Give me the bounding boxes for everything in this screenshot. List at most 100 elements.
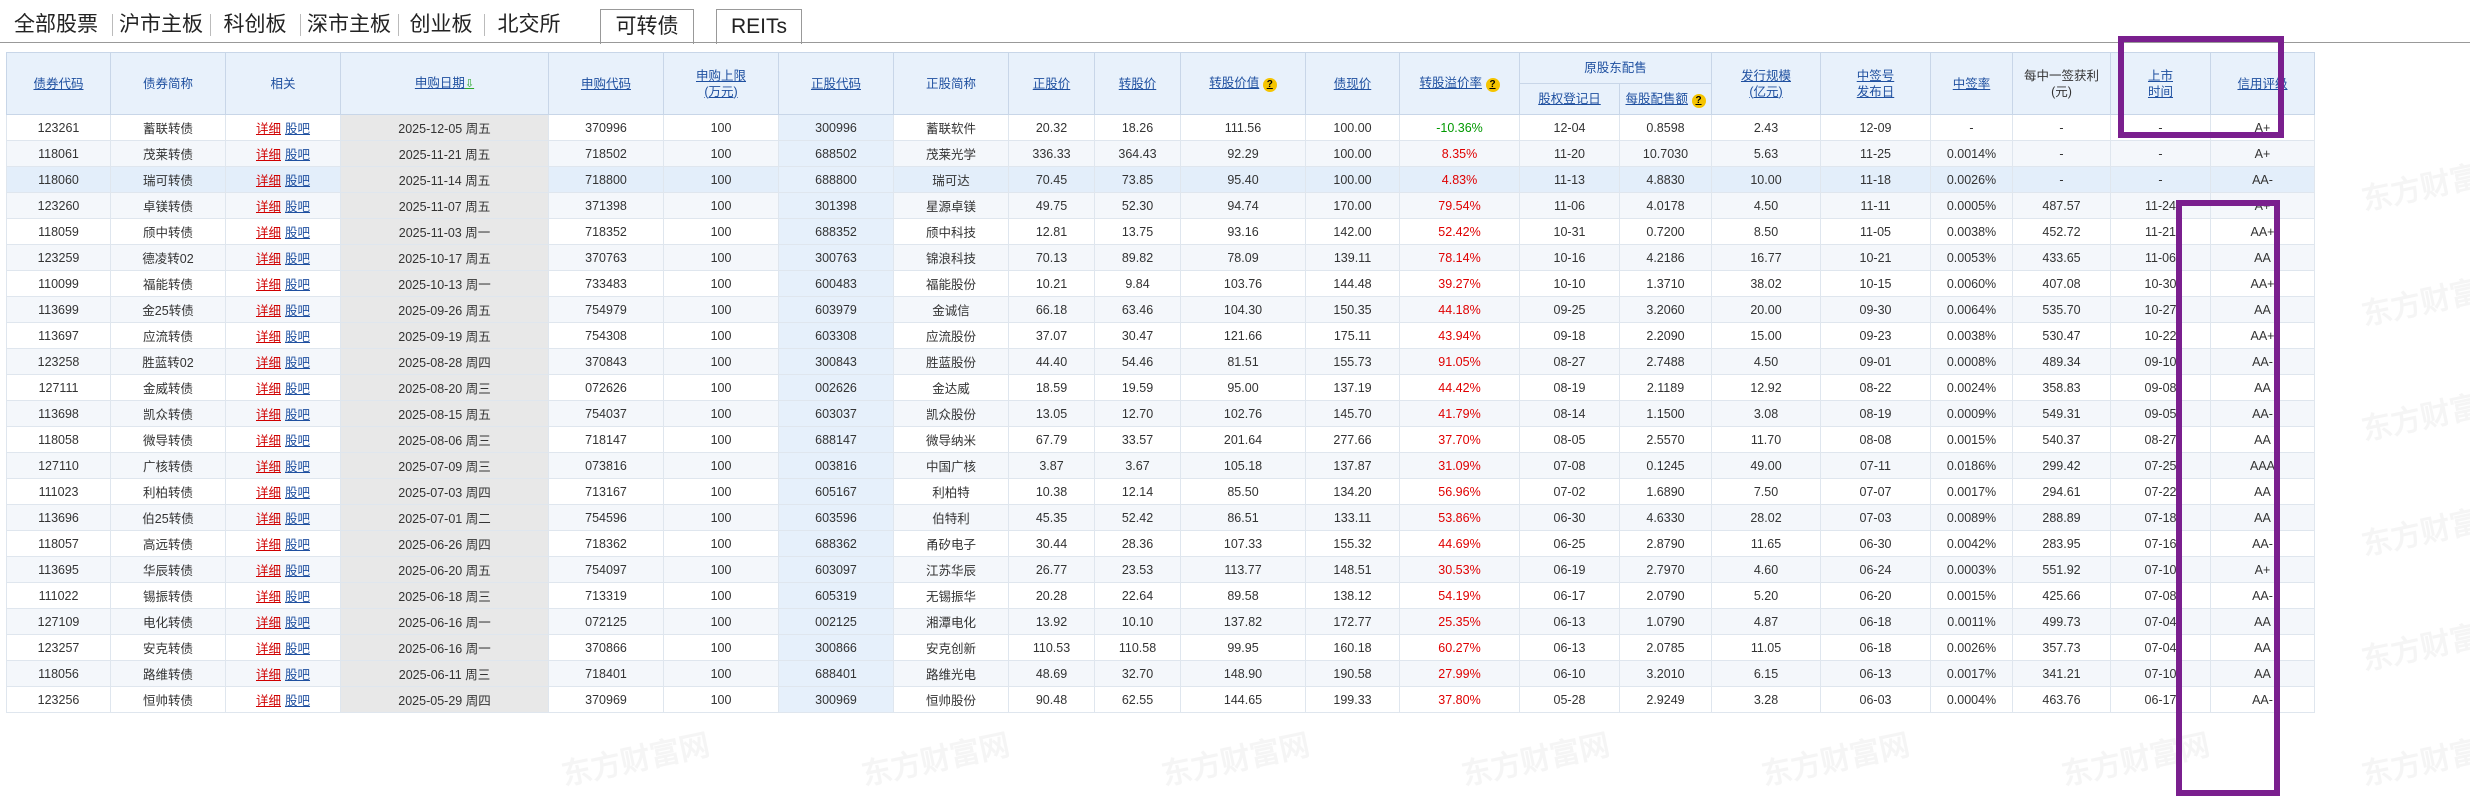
code-value[interactable]: 118057 bbox=[38, 537, 79, 551]
forum-link[interactable]: 股吧 bbox=[285, 330, 310, 344]
code-value[interactable]: 113698 bbox=[38, 407, 79, 421]
stock-name-value[interactable]: 蓄联软件 bbox=[926, 122, 976, 136]
name-value[interactable]: 广核转债 bbox=[143, 460, 193, 474]
stock-name-value[interactable]: 福能股份 bbox=[926, 278, 976, 292]
detail-link[interactable]: 详细 bbox=[256, 460, 281, 474]
detail-link[interactable]: 详细 bbox=[256, 564, 281, 578]
name-value[interactable]: 金威转债 bbox=[143, 382, 193, 396]
stock-code-value[interactable]: 688362 bbox=[815, 537, 857, 551]
forum-link[interactable]: 股吧 bbox=[285, 252, 310, 266]
detail-link[interactable]: 详细 bbox=[256, 148, 281, 162]
name-value[interactable]: 福能转债 bbox=[143, 278, 193, 292]
stock-code-value[interactable]: 603979 bbox=[815, 303, 857, 317]
detail-link[interactable]: 详细 bbox=[256, 590, 281, 604]
tab-sh-main[interactable]: 沪市主板 bbox=[112, 14, 211, 36]
code-value[interactable]: 113699 bbox=[38, 303, 79, 317]
detail-link[interactable]: 详细 bbox=[256, 278, 281, 292]
stock-code-value[interactable]: 688800 bbox=[815, 173, 857, 187]
col-sub-code[interactable]: 申购代码 bbox=[548, 52, 664, 115]
stock-code-value[interactable]: 301398 bbox=[815, 199, 857, 213]
detail-link[interactable]: 详细 bbox=[256, 174, 281, 188]
detail-link[interactable]: 详细 bbox=[256, 642, 281, 656]
col-conv-value[interactable]: 转股价值 ? bbox=[1180, 52, 1306, 115]
code-value[interactable]: 123257 bbox=[38, 641, 80, 655]
forum-link[interactable]: 股吧 bbox=[285, 538, 310, 552]
detail-link[interactable]: 详细 bbox=[256, 486, 281, 500]
code-value[interactable]: 118056 bbox=[38, 667, 79, 681]
forum-link[interactable]: 股吧 bbox=[285, 148, 310, 162]
name-value[interactable]: 微导转债 bbox=[143, 434, 193, 448]
code-value[interactable]: 123256 bbox=[38, 693, 80, 707]
stock-code-value[interactable]: 688352 bbox=[815, 225, 857, 239]
name-value[interactable]: 瑞可转债 bbox=[143, 174, 193, 188]
forum-link[interactable]: 股吧 bbox=[285, 616, 310, 630]
name-value[interactable]: 茂莱转债 bbox=[143, 148, 193, 162]
code-value[interactable]: 113695 bbox=[38, 563, 79, 577]
col-lottery-date[interactable]: 中签号 发布日 bbox=[1820, 52, 1931, 115]
detail-link[interactable]: 详细 bbox=[256, 434, 281, 448]
forum-link[interactable]: 股吧 bbox=[285, 590, 310, 604]
stock-code-value[interactable]: 688147 bbox=[815, 433, 857, 447]
col-sub-date[interactable]: 申购日期⇩ bbox=[340, 52, 549, 115]
detail-link[interactable]: 详细 bbox=[256, 616, 281, 630]
stock-code-value[interactable]: 600483 bbox=[815, 277, 857, 291]
forum-link[interactable]: 股吧 bbox=[285, 278, 310, 292]
code-value[interactable]: 118061 bbox=[38, 147, 79, 161]
stock-code-value[interactable]: 603097 bbox=[815, 563, 857, 577]
detail-link[interactable]: 详细 bbox=[256, 226, 281, 240]
tab-all-stocks[interactable]: 全部股票 bbox=[0, 14, 113, 36]
name-value[interactable]: 胜蓝转02 bbox=[142, 356, 193, 370]
col-rating[interactable]: 信用评级 bbox=[2210, 52, 2315, 115]
detail-link[interactable]: 详细 bbox=[256, 694, 281, 708]
name-value[interactable]: 锡振转债 bbox=[143, 590, 193, 604]
forum-link[interactable]: 股吧 bbox=[285, 486, 310, 500]
code-value[interactable]: 123259 bbox=[38, 251, 80, 265]
name-value[interactable]: 凯众转债 bbox=[143, 408, 193, 422]
stock-code-value[interactable]: 002125 bbox=[815, 615, 857, 629]
detail-link[interactable]: 详细 bbox=[256, 538, 281, 552]
forum-link[interactable]: 股吧 bbox=[285, 564, 310, 578]
code-value[interactable]: 127111 bbox=[39, 381, 79, 395]
stock-code-value[interactable]: 605167 bbox=[815, 485, 857, 499]
name-value[interactable]: 路维转债 bbox=[143, 668, 193, 682]
stock-code-value[interactable]: 688401 bbox=[815, 667, 857, 681]
stock-code-value[interactable]: 002626 bbox=[815, 381, 857, 395]
code-value[interactable]: 123258 bbox=[38, 355, 80, 369]
detail-link[interactable]: 详细 bbox=[256, 200, 281, 214]
stock-name-value[interactable]: 微导纳米 bbox=[926, 434, 976, 448]
name-value[interactable]: 蓄联转债 bbox=[143, 122, 193, 136]
code-value[interactable]: 123261 bbox=[38, 121, 80, 135]
stock-name-value[interactable]: 茂莱光学 bbox=[926, 148, 976, 162]
forum-link[interactable]: 股吧 bbox=[285, 434, 310, 448]
forum-link[interactable]: 股吧 bbox=[285, 460, 310, 474]
name-value[interactable]: 高远转债 bbox=[143, 538, 193, 552]
name-value[interactable]: 安克转债 bbox=[143, 642, 193, 656]
detail-link[interactable]: 详细 bbox=[256, 356, 281, 370]
name-value[interactable]: 利柏转债 bbox=[143, 486, 193, 500]
code-value[interactable]: 123260 bbox=[38, 199, 80, 213]
col-record-date[interactable]: 股权登记日 bbox=[1519, 83, 1620, 115]
tab-sz-main[interactable]: 深市主板 bbox=[300, 14, 399, 36]
stock-name-value[interactable]: 胜蓝股份 bbox=[926, 356, 976, 370]
tab-chinext[interactable]: 创业板 bbox=[398, 14, 485, 36]
col-premium[interactable]: 转股溢价率 ? bbox=[1399, 52, 1520, 115]
code-value[interactable]: 113697 bbox=[38, 329, 79, 343]
code-value[interactable]: 113696 bbox=[38, 511, 79, 525]
detail-link[interactable]: 详细 bbox=[256, 252, 281, 266]
stock-name-value[interactable]: 金诚信 bbox=[932, 304, 970, 318]
name-value[interactable]: 伯25转债 bbox=[142, 512, 193, 526]
detail-link[interactable]: 详细 bbox=[256, 304, 281, 318]
detail-link[interactable]: 详细 bbox=[256, 330, 281, 344]
stock-code-value[interactable]: 605319 bbox=[815, 589, 857, 603]
stock-name-value[interactable]: 伯特利 bbox=[932, 512, 970, 526]
tab-star-market[interactable]: 科创板 bbox=[210, 14, 301, 36]
col-stock-code[interactable]: 正股代码 bbox=[778, 52, 894, 115]
stock-name-value[interactable]: 颀中科技 bbox=[926, 226, 976, 240]
code-value[interactable]: 127109 bbox=[38, 615, 80, 629]
forum-link[interactable]: 股吧 bbox=[285, 122, 310, 136]
stock-name-value[interactable]: 恒帅股份 bbox=[926, 694, 976, 708]
name-value[interactable]: 恒帅转债 bbox=[143, 694, 193, 708]
name-value[interactable]: 卓镁转债 bbox=[143, 200, 193, 214]
stock-name-value[interactable]: 星源卓镁 bbox=[926, 200, 976, 214]
stock-name-value[interactable]: 凯众股份 bbox=[926, 408, 976, 422]
